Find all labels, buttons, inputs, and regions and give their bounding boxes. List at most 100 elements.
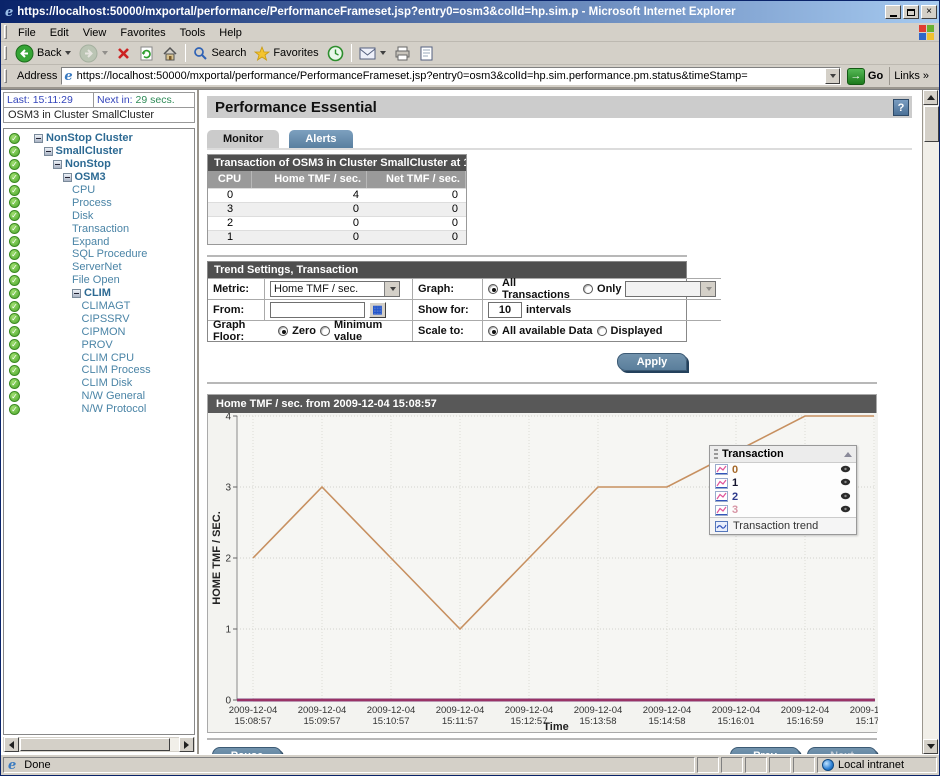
tree-item-transaction[interactable]: ✓Transaction	[4, 222, 194, 235]
settings-title: Trend Settings, Transaction	[208, 262, 686, 278]
tab-strip: Monitor Alerts	[207, 131, 912, 150]
maximize-button[interactable]	[903, 5, 919, 19]
tab-alerts[interactable]: Alerts	[289, 130, 352, 148]
menu-favorites[interactable]: Favorites	[113, 25, 172, 41]
edit-button[interactable]	[415, 45, 438, 62]
graph-all-radio[interactable]	[488, 284, 498, 294]
collapse-icon[interactable]	[44, 147, 53, 156]
prev-button[interactable]: Prev	[730, 747, 800, 754]
eye-icon[interactable]	[840, 491, 851, 503]
chart-legend: Transaction 0123 Transaction trend	[709, 445, 857, 535]
graph-only-radio[interactable]	[583, 284, 593, 294]
back-button[interactable]: Back	[11, 43, 75, 64]
tree-item-process[interactable]: ✓Process	[4, 196, 194, 209]
address-dropdown-button[interactable]	[825, 68, 840, 84]
legend-item-0[interactable]: 0	[710, 463, 856, 477]
history-button[interactable]	[323, 44, 348, 63]
eye-icon[interactable]	[840, 464, 851, 476]
scroll-down-button[interactable]	[923, 739, 938, 754]
legend-item-1[interactable]: 1	[710, 477, 856, 491]
tree-item-clim-disk[interactable]: ✓CLIM Disk	[4, 377, 194, 390]
chevron-down-icon[interactable]	[384, 282, 399, 296]
search-button[interactable]: Search	[189, 45, 250, 62]
tree-item-nonstop[interactable]: ✓NonStop	[4, 158, 194, 171]
tree-item-cipmon[interactable]: ✓CIPMON	[4, 325, 194, 338]
metric-select[interactable]: Home TMF / sec.	[270, 281, 400, 297]
context-selector[interactable]: OSM3 in Cluster SmallCluster	[3, 108, 195, 123]
tree-item-nonstop-cluster[interactable]: ✓NonStop Cluster	[4, 132, 194, 145]
tab-monitor[interactable]: Monitor	[207, 130, 279, 148]
tree-item-osm3[interactable]: ✓OSM3	[4, 171, 194, 184]
menu-tools[interactable]: Tools	[173, 25, 213, 41]
eye-icon[interactable]	[840, 477, 851, 489]
scale-displayed-radio[interactable]	[597, 326, 607, 336]
status-ok-icon: ✓	[9, 172, 20, 183]
tree-item-clim-process[interactable]: ✓CLIM Process	[4, 364, 194, 377]
tree-item-climagt[interactable]: ✓CLIMAGT	[4, 300, 194, 313]
links-menu[interactable]: Links »	[889, 67, 935, 85]
stop-button[interactable]	[112, 45, 135, 62]
performance-frame: Performance Essential ? MonitorAlerts Tr…	[199, 90, 922, 754]
favorites-button[interactable]: Favorites	[250, 45, 322, 62]
tree-item-label: PROV	[82, 339, 113, 351]
minimize-button[interactable]	[885, 5, 901, 19]
status-ok-icon: ✓	[9, 326, 20, 337]
go-button[interactable]: → Go	[847, 68, 883, 85]
mail-button[interactable]	[355, 46, 390, 61]
scroll-left-button[interactable]	[4, 737, 19, 752]
scale-all-radio[interactable]	[488, 326, 498, 336]
print-button[interactable]	[390, 45, 415, 62]
menu-help[interactable]: Help	[212, 25, 249, 41]
menu-view[interactable]: View	[76, 25, 114, 41]
collapse-icon[interactable]	[72, 289, 81, 298]
legend-collapse-icon[interactable]	[844, 452, 852, 457]
tree-item-prov[interactable]: ✓PROV	[4, 338, 194, 351]
tree-item-n-w-protocol[interactable]: ✓N/W Protocol	[4, 403, 194, 416]
main-vertical-scrollbar[interactable]	[922, 90, 939, 754]
tree-item-servernet[interactable]: ✓ServerNet	[4, 261, 194, 274]
refresh-button[interactable]	[135, 45, 158, 62]
tree-item-sql-procedure[interactable]: ✓SQL Procedure	[4, 248, 194, 261]
tree-item-clim-cpu[interactable]: ✓CLIM CPU	[4, 351, 194, 364]
tree-item-expand[interactable]: ✓Expand	[4, 235, 194, 248]
calendar-icon[interactable]: ▦	[369, 302, 386, 318]
legend-item-3[interactable]: 3	[710, 504, 856, 518]
intervals-input[interactable]: 10	[488, 302, 522, 318]
svg-text:2009-12-04: 2009-12-04	[574, 705, 623, 716]
next-button[interactable]: Next	[807, 747, 877, 754]
tree-item-clim[interactable]: ✓CLIM	[4, 287, 194, 300]
eye-icon[interactable]	[840, 504, 851, 516]
apply-button[interactable]: Apply	[617, 353, 687, 371]
pause-button[interactable]: Pause	[212, 747, 282, 754]
tree-item-n-w-general[interactable]: ✓N/W General	[4, 390, 194, 403]
legend-item-2[interactable]: 2	[710, 490, 856, 504]
scroll-up-button[interactable]	[923, 90, 938, 105]
address-input[interactable]: e https://localhost:50000/mxportal/perfo…	[61, 67, 841, 85]
help-button[interactable]: ?	[893, 99, 909, 116]
forward-button[interactable]	[75, 43, 112, 64]
tree-item-label: Disk	[72, 210, 93, 222]
menu-file[interactable]: File	[11, 25, 43, 41]
home-button[interactable]	[158, 45, 182, 62]
legend-drag-handle[interactable]	[714, 449, 718, 459]
sidebar-horizontal-scrollbar[interactable]	[3, 737, 195, 752]
legend-footer[interactable]: Transaction trend	[710, 517, 856, 534]
table-cell: 0	[367, 203, 466, 216]
close-button[interactable]: ×	[921, 5, 937, 19]
tree-item-smallcluster[interactable]: ✓SmallCluster	[4, 145, 194, 158]
tree-item-cpu[interactable]: ✓CPU	[4, 184, 194, 197]
scroll-thumb[interactable]	[20, 738, 170, 751]
tree-item-cipssrv[interactable]: ✓CIPSSRV	[4, 312, 194, 325]
tree-item-disk[interactable]: ✓Disk	[4, 209, 194, 222]
collapse-icon[interactable]	[63, 173, 72, 182]
collapse-icon[interactable]	[34, 134, 43, 143]
table-cell: 3	[208, 203, 252, 216]
collapse-icon[interactable]	[53, 160, 62, 169]
floor-zero-radio[interactable]	[278, 326, 288, 336]
scroll-right-button[interactable]	[179, 737, 194, 752]
menu-edit[interactable]: Edit	[43, 25, 76, 41]
floor-min-radio[interactable]	[320, 326, 330, 336]
from-input[interactable]	[270, 302, 365, 318]
scroll-thumb[interactable]	[924, 106, 939, 142]
tree-item-file-open[interactable]: ✓File Open	[4, 274, 194, 287]
